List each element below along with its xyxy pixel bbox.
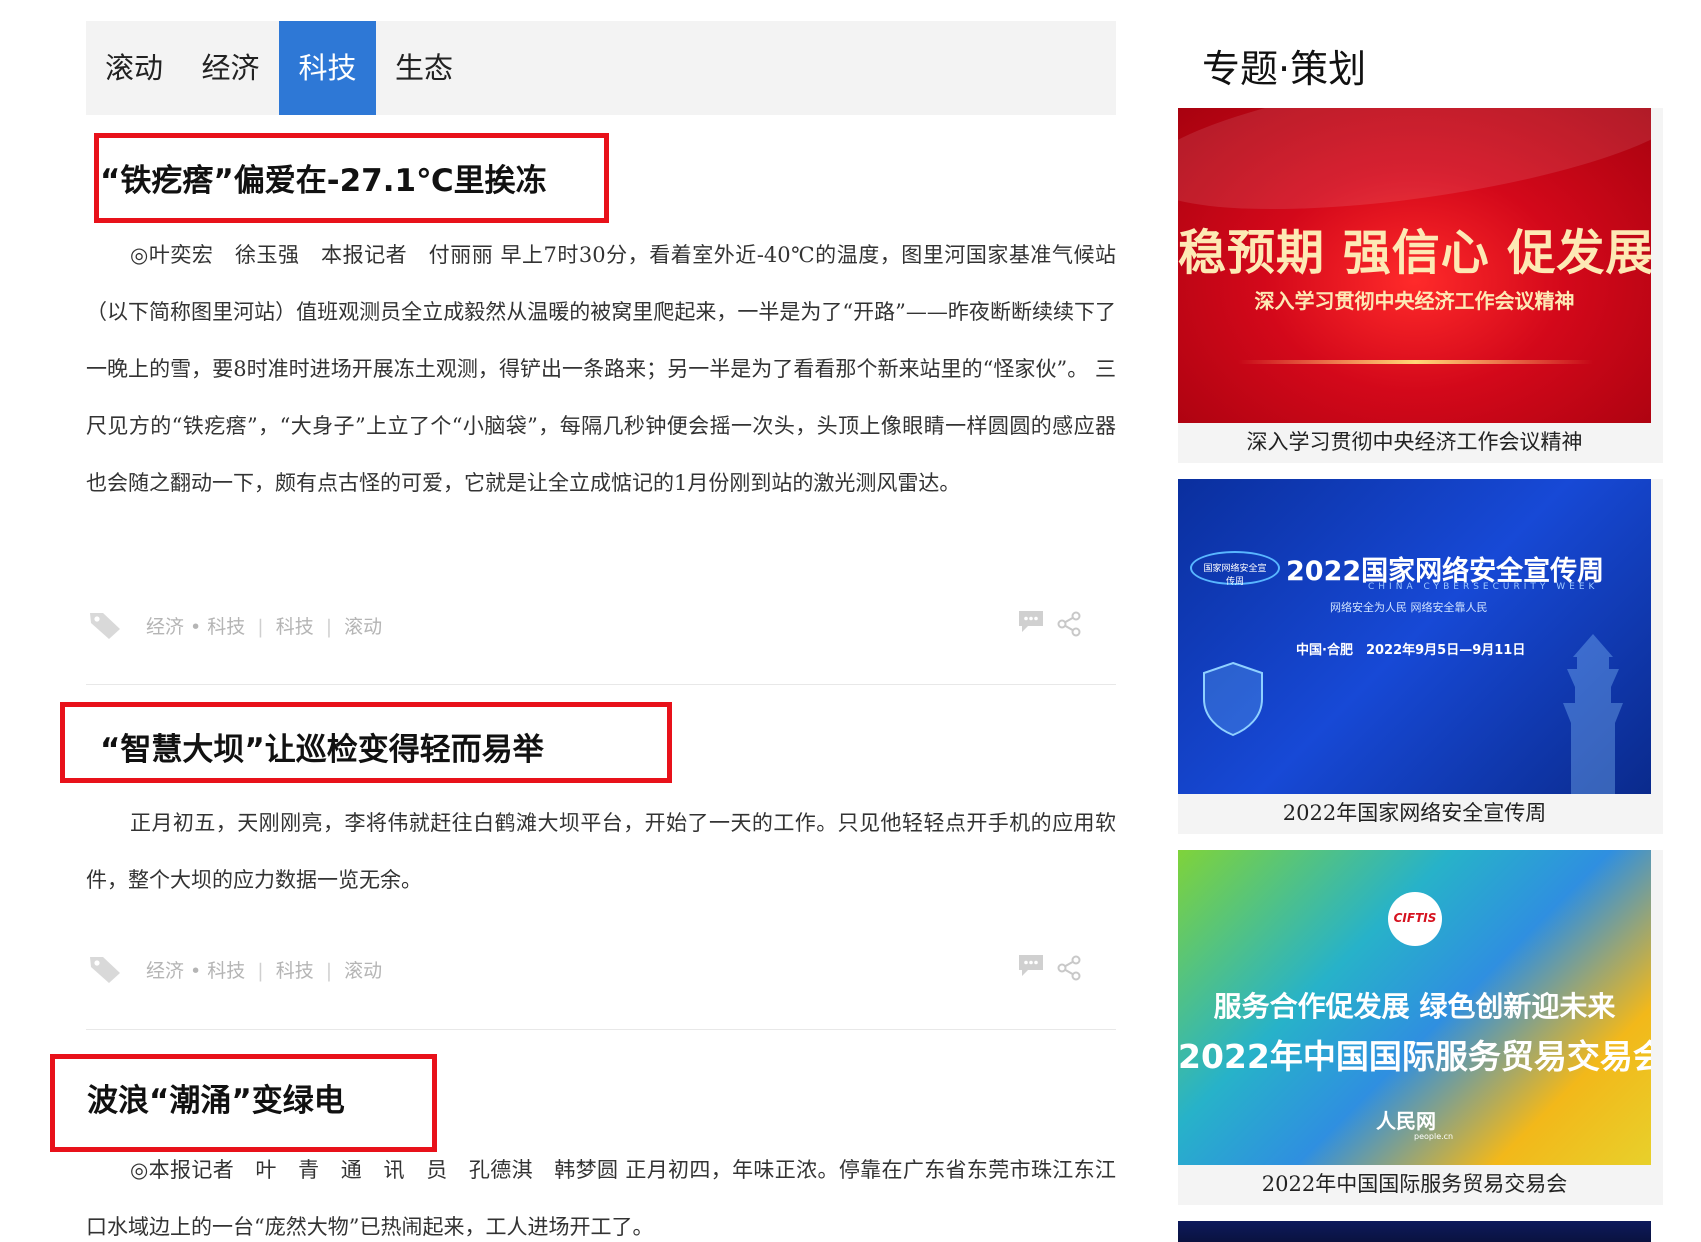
article-meta: 经济 • 科技 | 科技 | 滚动 <box>86 606 1116 646</box>
feature-card[interactable]: CIFTIS 服务合作促发展 绿色创新迎未来 2022年中国国际服务贸易交易会 … <box>1178 850 1663 1205</box>
tab-shengtai[interactable]: 生态 <box>376 21 472 115</box>
image-slogan: 网络安全为人民 网络安全靠人民 <box>1330 601 1488 614</box>
tag-links: 经济 • 科技 | 科技 | 滚动 <box>146 960 383 982</box>
ciftis-logo-text: CIFTIS <box>1393 911 1437 925</box>
image-subline: 深入学习贯彻中央经济工作会议精神 <box>1254 289 1575 313</box>
image-headline: 稳预期 强信心 促发展 <box>1178 225 1651 281</box>
tag-link-keji[interactable]: 科技 <box>276 960 314 982</box>
comment-icon[interactable] <box>1016 952 1046 980</box>
category-tabbar: 滚动 经济 科技 生态 <box>86 21 1116 115</box>
article-title[interactable]: “铁疙瘩”偏爱在-27.1℃里挨冻 <box>100 155 547 200</box>
article-body: 正月初五，天刚刚亮，李将伟就赶往白鹤滩大坝平台，开始了一天的工作。只见他轻轻点开… <box>86 811 1116 892</box>
tag-link-jingji-keji[interactable]: 经济 • 科技 <box>146 960 245 982</box>
tag-icon <box>90 613 120 639</box>
tab-keji[interactable]: 科技 <box>279 21 376 115</box>
tag-link-jingji-keji[interactable]: 经济 • 科技 <box>146 616 245 638</box>
feature-caption[interactable]: 2022年中国国际服务贸易交易会 <box>1178 1168 1651 1198</box>
image-subtitle-en: CHINA CYBERSECURITY WEEK <box>1368 582 1599 592</box>
image-line1: 服务合作促发展 绿色创新迎未来 <box>1213 990 1616 1023</box>
feature-caption[interactable]: 深入学习贯彻中央经济工作会议精神 <box>1178 426 1651 456</box>
shield-icon <box>1203 661 1263 737</box>
article-meta: 经济 • 科技 | 科技 | 滚动 <box>86 950 1116 990</box>
image-place-date: 中国·合肥 2022年9月5日—9月11日 <box>1296 643 1526 658</box>
feature-image: CIFTIS 服务合作促发展 绿色创新迎未来 2022年中国国际服务贸易交易会 … <box>1178 850 1651 1165</box>
tag-link-gundong[interactable]: 滚动 <box>344 960 382 982</box>
tab-jingji[interactable]: 经济 <box>182 21 279 115</box>
sidebar-heading: 专题·策划 <box>1202 47 1367 91</box>
article-divider <box>86 1029 1116 1030</box>
share-icon[interactable] <box>1056 610 1082 638</box>
cyber-logo-text: 国家网络安全宣传周 <box>1203 564 1267 587</box>
people-logo-text: 人民网 <box>1376 1109 1436 1133</box>
people-logo-sub: people.cn <box>1414 1132 1454 1141</box>
feature-card[interactable]: 国家网络安全宣传周 2022国家网络安全宣传周 CHINA CYBERSECUR… <box>1178 479 1663 834</box>
article-title[interactable]: 波浪“潮涌”变绿电 <box>87 1075 345 1120</box>
comment-icon[interactable] <box>1016 608 1046 636</box>
pagoda-icon <box>1563 634 1623 794</box>
feature-image: 国家网络安全宣传周 2022国家网络安全宣传周 CHINA CYBERSECUR… <box>1178 479 1651 794</box>
feature-caption[interactable]: 2022年国家网络安全宣传周 <box>1178 797 1651 827</box>
light-streak <box>1238 360 1593 364</box>
article-body: ◎本报记者 叶 青 通 讯 员 孔德淇 韩梦圆 正月初四，年味正浓。停靠在广东省… <box>86 1158 1116 1239</box>
article-divider <box>86 684 1116 685</box>
article-body: ◎叶奕宏 徐玉强 本报记者 付丽丽 早上7时30分，看着室外近-40℃的温度，图… <box>86 243 1116 495</box>
article-title[interactable]: “智慧大坝”让巡检变得轻而易举 <box>100 724 544 769</box>
tag-icon <box>90 957 120 983</box>
share-icon[interactable] <box>1056 954 1082 982</box>
feature-card[interactable]: 稳预期 强信心 促发展 深入学习贯彻中央经济工作会议精神 深入学习贯彻中央经济工… <box>1178 108 1663 463</box>
tab-gundong[interactable]: 滚动 <box>86 21 182 115</box>
tag-link-keji[interactable]: 科技 <box>276 616 314 638</box>
image-line2: 2022年中国国际服务贸易交易会 <box>1178 1037 1651 1076</box>
tag-link-gundong[interactable]: 滚动 <box>344 616 382 638</box>
feature-image: 稳预期 强信心 促发展 深入学习贯彻中央经济工作会议精神 <box>1178 108 1651 423</box>
feature-card-partial[interactable] <box>1178 1221 1651 1242</box>
tag-links: 经济 • 科技 | 科技 | 滚动 <box>146 616 383 638</box>
